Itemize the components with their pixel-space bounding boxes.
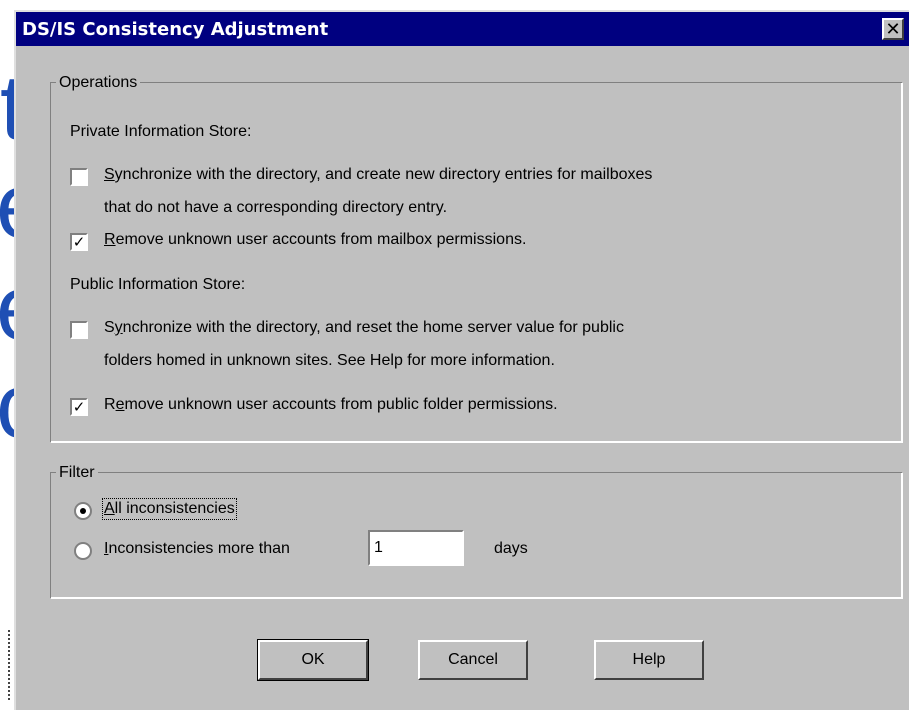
all-inconsistencies-radio[interactable] xyxy=(74,502,92,520)
public-sync-checkbox[interactable] xyxy=(70,321,88,339)
private-sync-label-line2: that do not have a corresponding directo… xyxy=(104,199,448,216)
days-label: days xyxy=(494,540,528,557)
more-than-radio[interactable] xyxy=(74,542,92,560)
more-than-label[interactable]: Inconsistencies more than xyxy=(104,540,290,558)
public-store-heading: Public Information Store: xyxy=(70,276,246,293)
background-dotted-line xyxy=(8,630,12,700)
operations-legend: Operations xyxy=(56,74,141,92)
dialog-titlebar: DS/IS Consistency Adjustment ✕ xyxy=(16,12,909,46)
private-remove-checkbox[interactable]: ✓ xyxy=(70,233,88,251)
public-remove-checkbox[interactable]: ✓ xyxy=(70,398,88,416)
cancel-button[interactable]: Cancel xyxy=(418,640,528,680)
close-icon[interactable]: ✕ xyxy=(882,18,904,40)
public-sync-label-line2: folders homed in unknown sites. See Help… xyxy=(104,352,555,369)
private-sync-checkbox[interactable] xyxy=(70,168,88,186)
all-inconsistencies-label[interactable]: All inconsistencies xyxy=(102,498,237,520)
radio-selected-dot xyxy=(80,508,86,514)
private-remove-label[interactable]: Remove unknown user accounts from mailbo… xyxy=(104,231,526,249)
help-button[interactable]: Help xyxy=(594,640,704,680)
consistency-dialog: DS/IS Consistency Adjustment ✕ Operation… xyxy=(14,10,909,710)
filter-legend: Filter xyxy=(56,464,98,482)
ok-button[interactable]: OK xyxy=(257,639,369,681)
public-remove-label[interactable]: Remove unknown user accounts from public… xyxy=(104,396,558,414)
filter-group xyxy=(50,472,902,598)
private-sync-label[interactable]: Synchronize with the directory, and crea… xyxy=(104,166,652,184)
public-sync-label[interactable]: Synchronize with the directory, and rese… xyxy=(104,319,624,337)
days-input[interactable] xyxy=(368,530,464,566)
private-store-heading: Private Information Store: xyxy=(70,123,252,140)
dialog-title: DS/IS Consistency Adjustment xyxy=(22,18,329,40)
